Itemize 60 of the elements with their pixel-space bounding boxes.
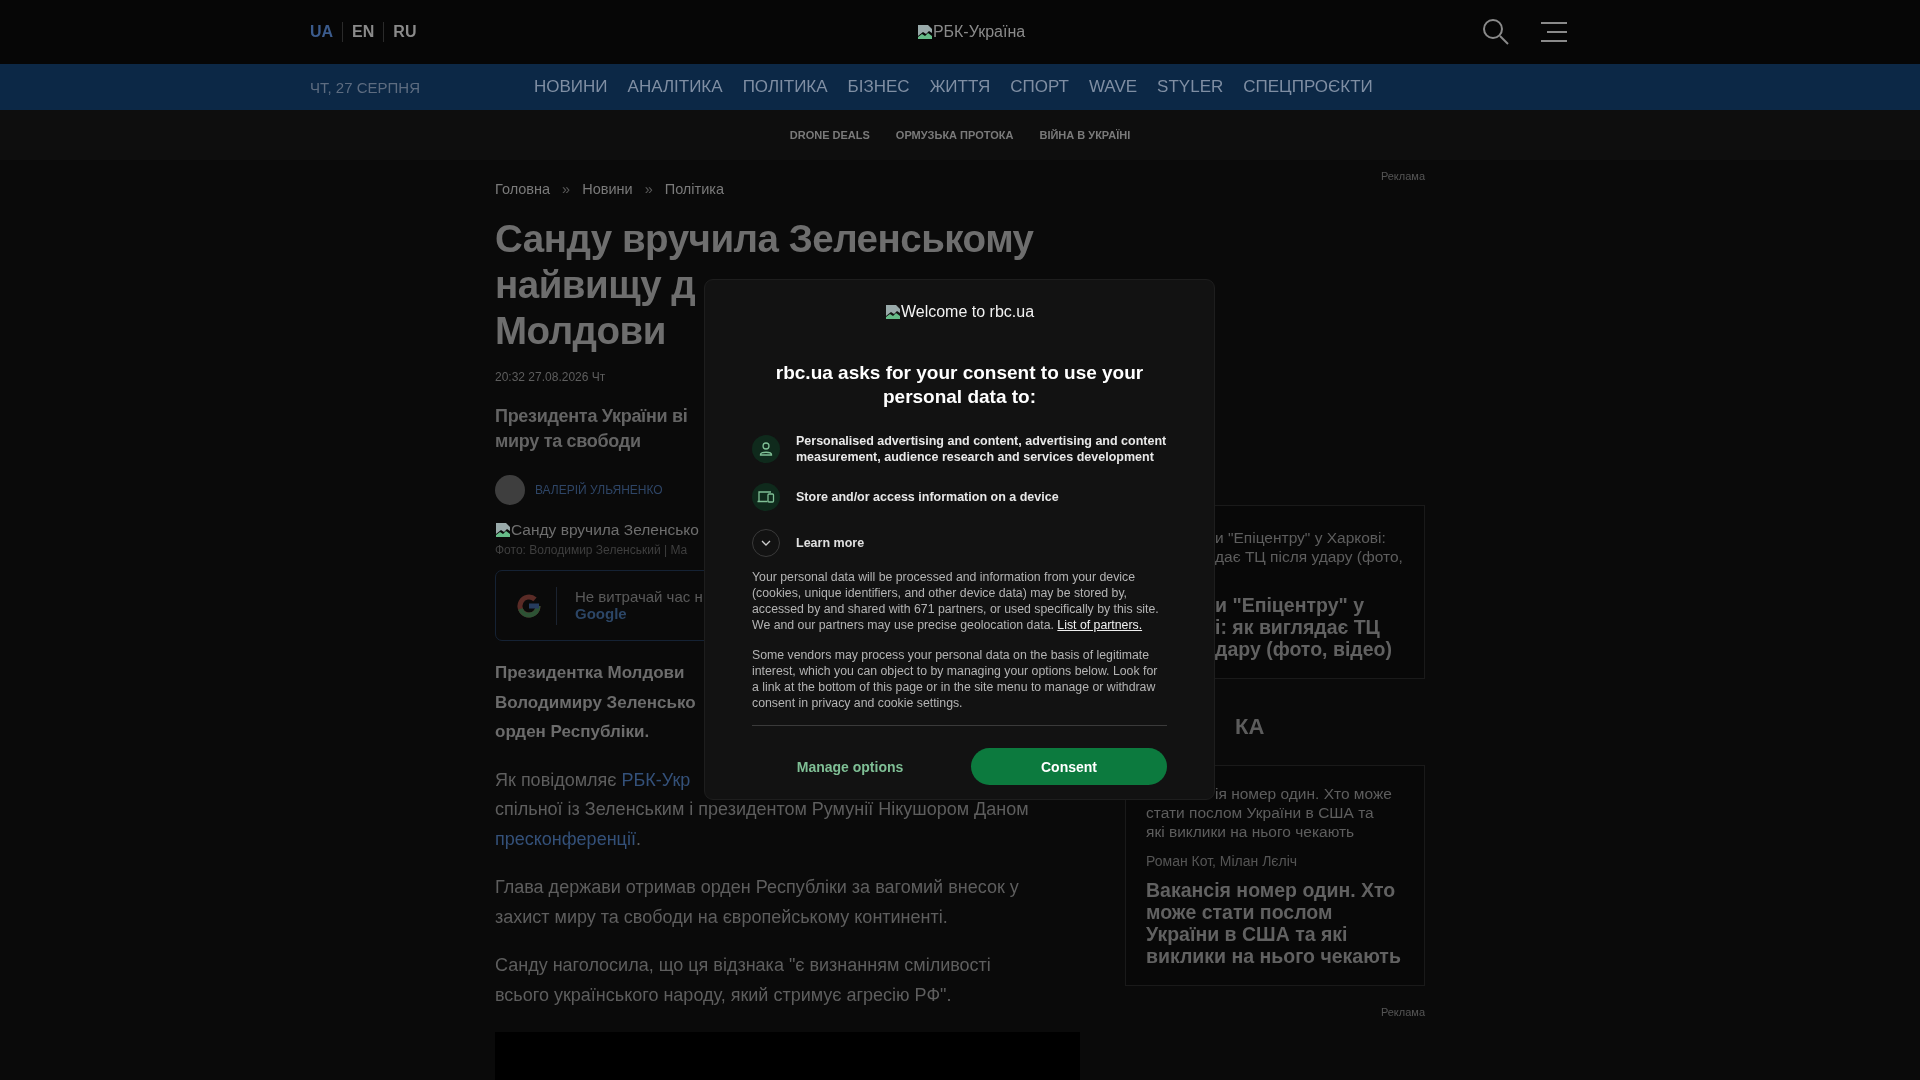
nav-link[interactable]: АНАЛІТИКА [627,77,723,97]
language-link[interactable]: RU [383,22,426,42]
article-subtitle: Президента України ві миру та свободи [495,405,688,453]
card-kicker: и "Епіцентру" у Харкові: дає ТЦ після удару (фото, [1215,528,1404,566]
article-paragraph: Санду наголосила, що ця відзнака "є визнанням сміливості всього українського народу, який стримує агресію РФ". [495,954,991,1007]
ad-label: Реклама [1380,1006,1425,1018]
article-lead: Президентка Молдови Володимиру Зеленсько орден Республіки. [495,662,696,743]
dialog-heading: rbc.ua asks for your consent to use your personal data to: [774,361,1145,409]
search-icon[interactable] [1482,18,1510,46]
breadcrumb-link[interactable]: Новини [582,181,633,197]
broken-image-icon [884,304,901,320]
devices-icon [752,483,780,511]
tag-link[interactable]: ВІЙНА В УКРАЇНІ [1039,129,1131,141]
consent-button[interactable]: Consent [971,748,1167,785]
learn-more-label[interactable]: Learn more [796,536,865,550]
author-avatar [495,475,525,505]
person-icon [752,435,780,463]
article-title-line: Санду вручила Зеленському [495,216,1034,262]
chevron-icon [761,540,771,546]
news-card[interactable]: ія номер один. Хто може стати послом України в США та які виклики на нього чекають Роман Кот, Мілан Лєліч Вакансія номер один. Хто може стати послом України в США та які виклики на нього чекають [1125,765,1425,986]
promo-text: Не витрачай час н [575,588,703,605]
logo-alt-text: Welcome to rbc.ua [900,303,1035,321]
purpose-text: Store and/or access information on a device [796,489,1059,505]
article-title-line: Молдови [495,308,666,354]
article-link[interactable]: пресконференції [495,828,636,849]
card-kicker: ія номер один. Хто може стати послом України в США та які виклики на нього чекають [1146,784,1393,841]
menu-icon[interactable] [1540,21,1568,43]
tag-link[interactable]: ОРМУЗЬКА ПРОТОКА [895,129,1014,141]
nav-link[interactable]: СПЕЦПРОЄКТИ [1243,77,1373,97]
card-author: Роман Кот, Мілан Лєліч [1146,853,1299,869]
language-link[interactable]: EN [342,22,384,42]
broken-image-icon [495,522,511,538]
purpose-text: Personalised advertising and content, advertising and content measurement, audience research and services development [796,433,1167,465]
nav-link[interactable]: STYLER [1157,77,1224,97]
nav-link[interactable]: ЖИТТЯ [929,77,991,97]
article-title-line: найвищу д [495,262,696,308]
article-datetime: 20:32 27.08.2026 Чт [495,370,606,384]
breadcrumb-separator: » [562,181,571,197]
card-title: и "Епіцентру" у і: як виглядає ТЦ дару (фото, відео) [1215,594,1393,660]
tag-link[interactable]: DRONE DEALS [789,129,870,141]
colored-g-icon [516,592,542,619]
nav-link[interactable]: ПОЛІТИКА [742,77,828,97]
nav-link[interactable]: WAVE [1088,77,1138,97]
breadcrumb-separator: » [644,181,653,197]
date-label: ЧТ, 27 СЕРПНЯ [310,78,421,96]
nav-link[interactable]: СПОРТ [1010,77,1069,97]
nav-link[interactable]: БІЗНЕС [847,77,910,97]
nav-link[interactable]: НОВИНИ [534,77,608,97]
breadcrumb-link[interactable]: Політика [664,181,725,197]
language-link[interactable]: UA [310,22,343,42]
article-link[interactable]: РБК-Укр [621,769,691,790]
broken-image-icon [916,24,933,40]
image-alt-text: Санду вручила Зеленсько [511,521,699,539]
section-heading: КА [1234,714,1265,740]
logo-alt-text[interactable]: РБК-Україна [932,23,1026,41]
manage-options-button[interactable]: Manage options [752,758,948,775]
ad-label: Реклама [1380,170,1425,182]
card-title: Вакансія номер один. Хто може стати послом України в США та які виклики на нього чекають [1146,879,1402,967]
breadcrumb-link[interactable]: Головна [495,181,551,197]
article-paragraph: Глава держави отримав орден Республіки за вагомий внесок у захист миру та свободи на європейському континенті. [495,876,1019,929]
